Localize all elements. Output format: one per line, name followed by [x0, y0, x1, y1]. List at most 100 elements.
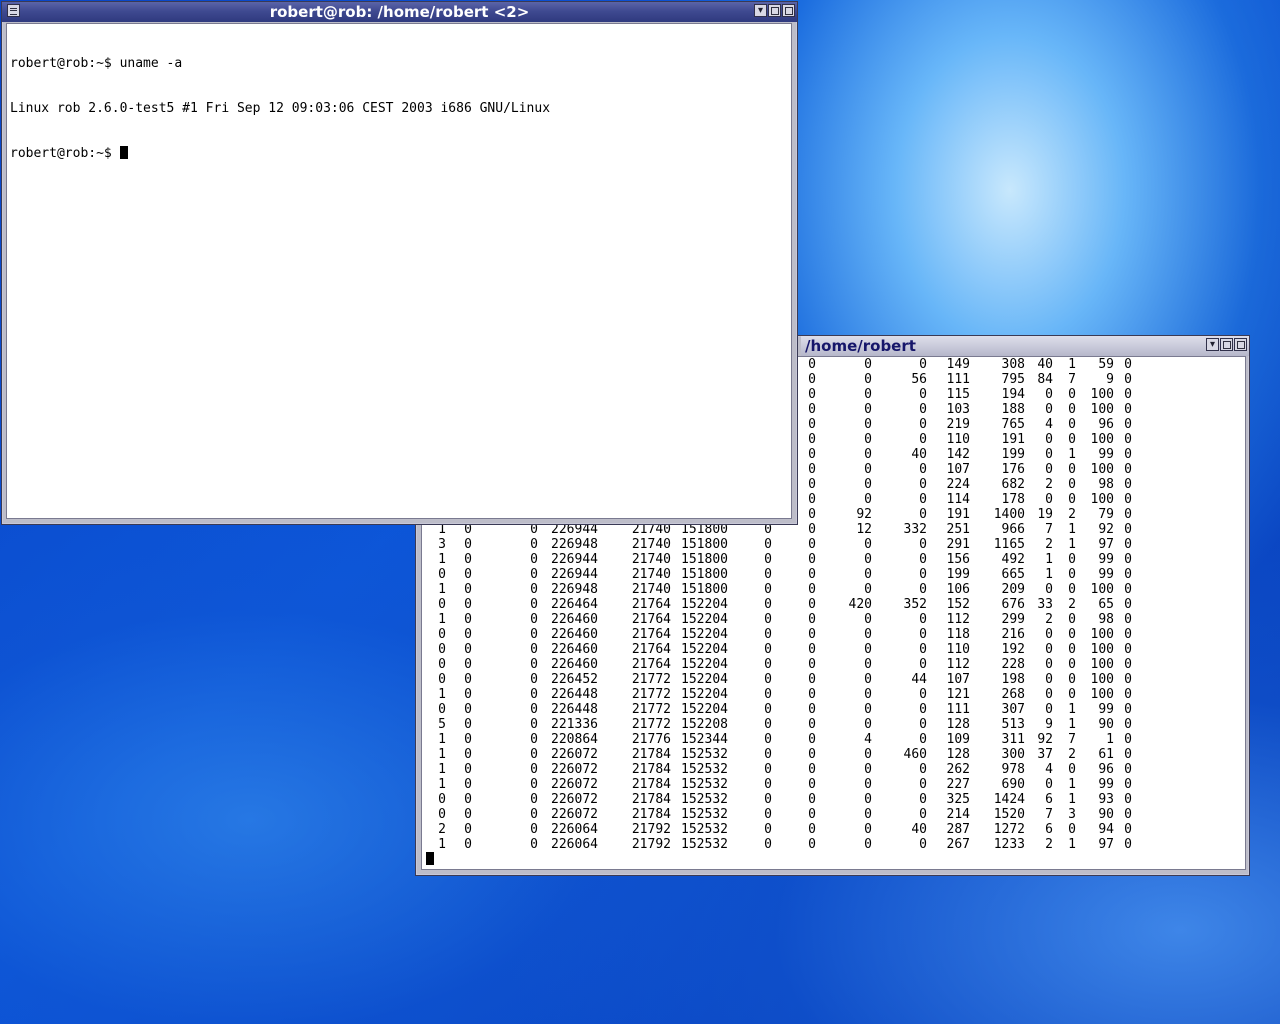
- vmstat-cell: 0: [464, 567, 472, 582]
- vmstat-cell: 44: [911, 672, 927, 687]
- vmstat-cell: 0: [464, 672, 472, 687]
- vmstat-cell: 149: [946, 357, 970, 372]
- vmstat-cell: 21772: [631, 702, 671, 717]
- vmstat-row: 1 0 0 226072 21784 152532 0 0 0 0 227 690 0 1 99 0: [422, 777, 1245, 792]
- vmstat-cell: 90: [1098, 807, 1114, 822]
- vmstat-cell: 100: [1090, 672, 1114, 687]
- terminal-output[interactable]: robert@rob:~$ uname -a Linux rob 2.6.0-t…: [6, 23, 792, 519]
- vmstat-cell: 7: [1068, 732, 1076, 747]
- vmstat-cell: 176: [1001, 462, 1025, 477]
- vmstat-cell: 0: [808, 762, 816, 777]
- vmstat-cell: 2: [1068, 747, 1076, 762]
- vmstat-cell: 0: [1068, 822, 1076, 837]
- vmstat-cell: 100: [1090, 642, 1114, 657]
- vmstat-cell: 106: [946, 582, 970, 597]
- vmstat-cell: 97: [1098, 837, 1114, 852]
- vmstat-cell: 0: [1068, 762, 1076, 777]
- vmstat-cell: 291: [946, 537, 970, 552]
- vmstat-cell: 0: [1068, 417, 1076, 432]
- vmstat-cell: 118: [946, 627, 970, 642]
- vmstat-row: 1 0 0 226064 21792 152532 0 0 0 0 267 1233 2 1 97 0: [422, 837, 1245, 852]
- vmstat-cell: 0: [1068, 687, 1076, 702]
- vmstat-cell: 0: [464, 657, 472, 672]
- vmstat-cell: 0: [1045, 657, 1053, 672]
- vmstat-cell: 682: [1001, 477, 1025, 492]
- vmstat-cell: 226072: [551, 777, 598, 792]
- vmstat-cell: 0: [764, 627, 772, 642]
- vmstat-cell: 4: [864, 732, 872, 747]
- vmstat-cell: 121: [946, 687, 970, 702]
- vmstat-row: 1 0 0 226072 21784 152532 0 0 0 460 128 300 37 2 61 0: [422, 747, 1245, 762]
- maximize-button[interactable]: [768, 4, 781, 17]
- vmstat-cell: 1233: [993, 837, 1025, 852]
- vmstat-cell: 152204: [681, 702, 728, 717]
- vmstat-cell: 0: [764, 807, 772, 822]
- vmstat-cell: 0: [1124, 552, 1132, 567]
- vmstat-cell: 0: [919, 702, 927, 717]
- vmstat-cell: 3: [438, 537, 446, 552]
- vmstat-cell: 0: [919, 507, 927, 522]
- vmstat-cell: 107: [946, 672, 970, 687]
- vmstat-cell: 0: [1124, 702, 1132, 717]
- vmstat-cell: 226460: [551, 627, 598, 642]
- vmstat-cell: 0: [438, 567, 446, 582]
- vmstat-cell: 0: [1124, 762, 1132, 777]
- vmstat-cell: 0: [438, 642, 446, 657]
- vmstat-cell: 92: [1037, 732, 1053, 747]
- vmstat-cell: 152344: [681, 732, 728, 747]
- vmstat-cell: 0: [808, 687, 816, 702]
- vmstat-cell: 0: [1124, 732, 1132, 747]
- vmstat-cell: 96: [1098, 417, 1114, 432]
- vmstat-cell: 21764: [631, 657, 671, 672]
- vmstat-cell: 0: [464, 837, 472, 852]
- vmstat-cell: 98: [1098, 477, 1114, 492]
- vmstat-cell: 0: [864, 582, 872, 597]
- window-titlebar[interactable]: robert@rob: /home/robert <2> ▾: [2, 2, 797, 22]
- close-button[interactable]: [1234, 338, 1247, 351]
- vmstat-cell: 0: [1124, 687, 1132, 702]
- vmstat-cell: 100: [1090, 627, 1114, 642]
- vmstat-cell: 0: [464, 762, 472, 777]
- vmstat-cell: 0: [764, 552, 772, 567]
- vmstat-cell: 99: [1098, 702, 1114, 717]
- vmstat-cell: 0: [1124, 387, 1132, 402]
- vmstat-cell: 0: [1124, 492, 1132, 507]
- vmstat-cell: 0: [808, 387, 816, 402]
- minimize-button[interactable]: ▾: [754, 4, 767, 17]
- vmstat-cell: 0: [438, 807, 446, 822]
- vmstat-cell: 6: [1045, 792, 1053, 807]
- vmstat-cell: 0: [808, 822, 816, 837]
- vmstat-cell: 0: [864, 822, 872, 837]
- vmstat-cell: 1: [1068, 837, 1076, 852]
- window-titlebar[interactable]: /home/robert ▾: [801, 336, 1249, 356]
- vmstat-cell: 7: [1068, 372, 1076, 387]
- vmstat-cell: 21764: [631, 612, 671, 627]
- vmstat-cell: 0: [1068, 642, 1076, 657]
- vmstat-cell: 92: [1098, 522, 1114, 537]
- vmstat-cell: 0: [808, 642, 816, 657]
- vmstat-cell: 0: [864, 462, 872, 477]
- vmstat-cell: 221336: [551, 717, 598, 732]
- vmstat-cell: 2: [1045, 477, 1053, 492]
- vmstat-cell: 110: [946, 642, 970, 657]
- vmstat-cell: 0: [919, 582, 927, 597]
- vmstat-cell: 0: [1045, 777, 1053, 792]
- vmstat-cell: 0: [464, 732, 472, 747]
- vmstat-cell: 0: [808, 462, 816, 477]
- maximize-button[interactable]: [1220, 338, 1233, 351]
- vmstat-cell: 100: [1090, 402, 1114, 417]
- vmstat-cell: 90: [1098, 717, 1114, 732]
- vmstat-cell: 0: [919, 462, 927, 477]
- vmstat-cell: 0: [1045, 687, 1053, 702]
- vmstat-cell: 1: [438, 747, 446, 762]
- close-button[interactable]: [782, 4, 795, 17]
- vmstat-cell: 191: [1001, 432, 1025, 447]
- vmstat-cell: 12: [856, 522, 872, 537]
- minimize-button[interactable]: ▾: [1206, 338, 1219, 351]
- vmstat-cell: 112: [946, 657, 970, 672]
- vmstat-cell: 268: [1001, 687, 1025, 702]
- terminal-window-uname[interactable]: robert@rob: /home/robert <2> ▾ robert@ro…: [1, 1, 798, 525]
- vmstat-cell: 0: [864, 777, 872, 792]
- vmstat-cell: 21784: [631, 762, 671, 777]
- vmstat-cell: 0: [808, 432, 816, 447]
